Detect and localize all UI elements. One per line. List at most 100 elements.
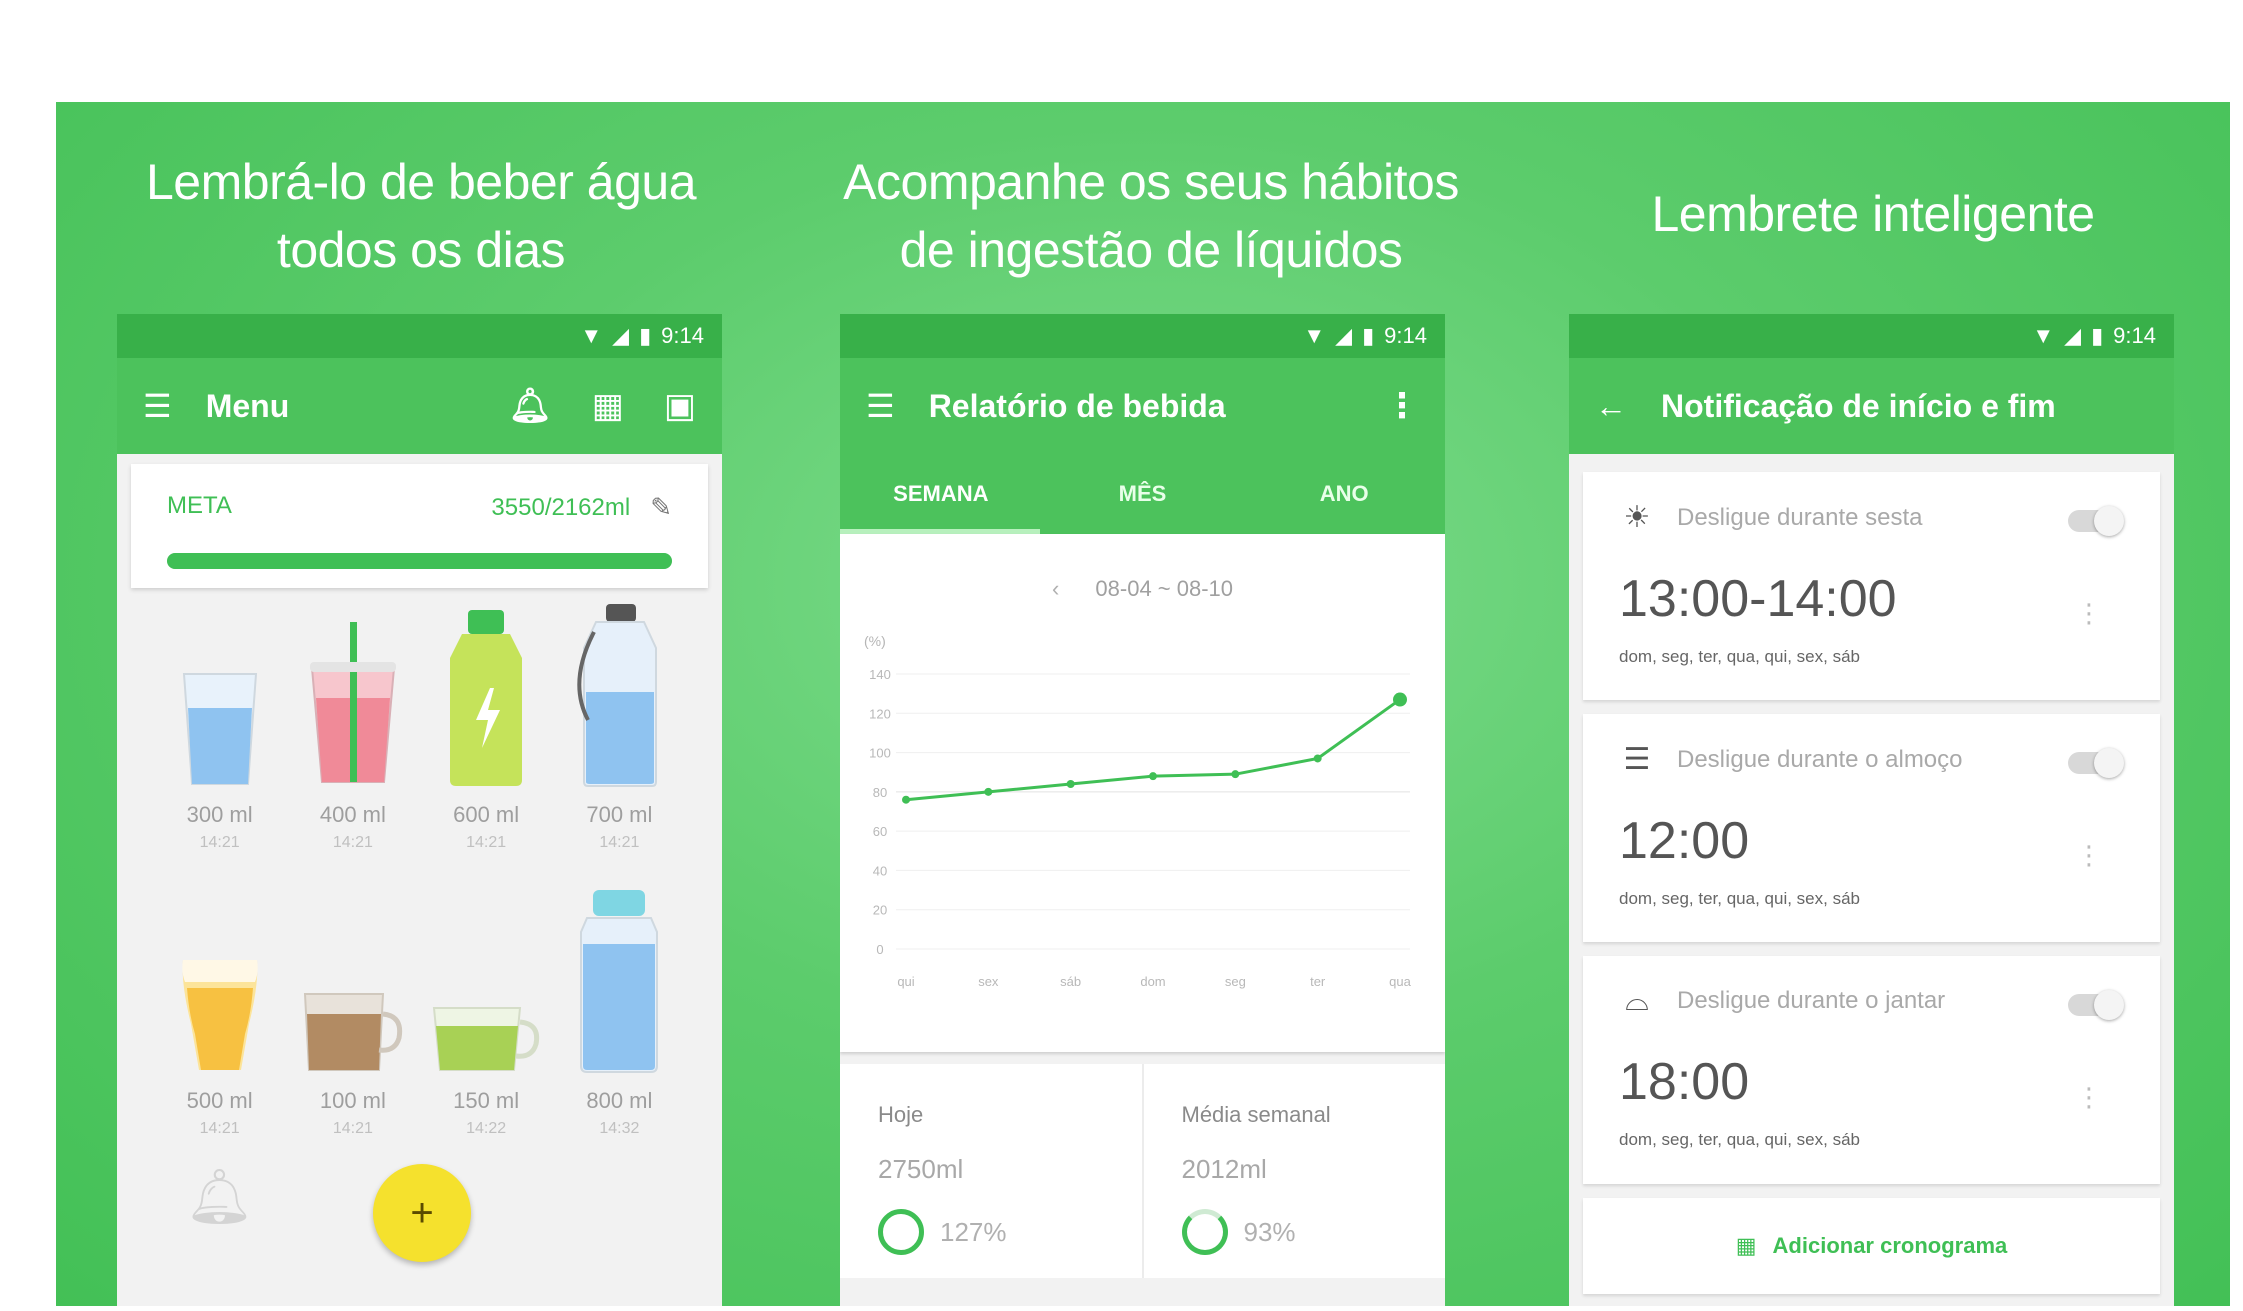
menu-icon[interactable]: ☰ xyxy=(143,390,172,422)
beer-glass-icon xyxy=(181,960,258,1070)
data-point xyxy=(1149,772,1157,781)
y-tick-label: 0 xyxy=(876,942,883,957)
y-tick-label: 20 xyxy=(873,903,887,918)
cup-label: 700 ml xyxy=(586,802,653,827)
reminder-title: Desligue durante o jantar xyxy=(1677,987,1946,1014)
reminder-bell-icon[interactable]: 🔔︎ xyxy=(185,1170,254,1224)
cup-time: 14:32 xyxy=(599,1120,640,1137)
cup-label: 800 ml xyxy=(586,1088,653,1113)
cup-label: 500 ml xyxy=(186,1088,253,1113)
tab-year[interactable]: ANO xyxy=(1243,454,1445,534)
smoothie-cup-icon xyxy=(309,622,396,783)
goal-card[interactable]: META 3550/2162ml ✎ xyxy=(131,464,708,588)
reminder-toggle[interactable] xyxy=(2068,990,2124,1020)
reminder-days: dom, seg, ter, qua, qui, sex, sáb xyxy=(1619,1130,1860,1149)
calendar-icon[interactable]: ▦ xyxy=(592,389,624,423)
cup-option[interactable]: 500 ml 14:21 xyxy=(153,888,286,1138)
reminder-days: dom, seg, ter, qua, qui, sex, sáb xyxy=(1619,889,1860,908)
cup-option[interactable]: 400 ml 14:21 xyxy=(286,602,419,852)
reminder-card[interactable]: ⌓ Desligue durante o jantar 18:00 dom, s… xyxy=(1583,956,2160,1184)
reminder-title: Desligue durante sesta xyxy=(1677,503,1923,531)
stats-row: Hoje 2750ml 127% Média semanal 2012ml 93… xyxy=(840,1064,1445,1278)
data-point xyxy=(1393,692,1407,707)
back-arrow-icon[interactable]: ← xyxy=(1595,390,1627,422)
x-tick-label: dom xyxy=(1140,974,1165,989)
gallery-icon[interactable]: ▣ xyxy=(664,389,696,423)
signal-icon: ◢ xyxy=(2064,323,2082,348)
reminder-time: 12:00 xyxy=(1619,812,1750,870)
stat-label: Média semanal xyxy=(1181,1102,1331,1127)
goal-progress-fill xyxy=(167,553,672,569)
sports-drink-icon xyxy=(450,610,523,786)
battery-icon: ▮ xyxy=(639,323,652,348)
x-tick-label: seg xyxy=(1225,974,1246,989)
cup-time: 14:21 xyxy=(199,834,240,851)
app-bar-title: Relatório de bebida xyxy=(928,387,1226,424)
more-options-icon[interactable]: ⋮ xyxy=(2076,842,2102,868)
tab-month[interactable]: MÊS xyxy=(1042,454,1244,534)
x-tick-label: qui xyxy=(897,974,914,989)
cup-option[interactable]: 150 ml 14:22 xyxy=(420,888,553,1138)
goal-value: 3550/2162ml xyxy=(491,493,631,521)
cup-time: 14:21 xyxy=(199,1120,240,1137)
y-tick-label: 60 xyxy=(873,824,887,839)
add-schedule-label: Adicionar cronograma xyxy=(1772,1233,2008,1258)
reminder-days: dom, seg, ter, qua, qui, sex, sáb xyxy=(1619,647,1860,666)
cup-option[interactable]: 600 ml 14:21 xyxy=(420,602,553,852)
progress-ring-icon xyxy=(878,1209,924,1255)
app-bar: ← Notificação de início e fim xyxy=(1569,358,2174,454)
cup-option[interactable]: 700 ml 14:21 xyxy=(553,602,686,852)
series-line xyxy=(905,698,1401,802)
cup-option[interactable]: 300 ml 14:21 xyxy=(153,602,286,852)
more-options-icon[interactable]: ⋮ xyxy=(2076,600,2102,626)
reminder-toggle[interactable] xyxy=(2068,748,2124,778)
x-tick-label: qua xyxy=(1389,974,1411,989)
stat-today: Hoje 2750ml 127% xyxy=(840,1064,1142,1278)
cup-time: 14:21 xyxy=(599,834,640,851)
edit-pencil-icon[interactable]: ✎ xyxy=(650,492,672,523)
cup-time: 14:21 xyxy=(466,834,507,851)
caption-3: Lembrete inteligente xyxy=(1651,186,2095,242)
signal-icon: ◢ xyxy=(1335,323,1353,348)
cup-option[interactable]: 100 ml 14:21 xyxy=(286,888,419,1138)
tab-week[interactable]: SEMANA xyxy=(840,454,1042,534)
app-bar: ☰ Relatório de bebida ⋮ xyxy=(840,358,1445,454)
add-schedule-button[interactable]: ▦ Adicionar cronograma xyxy=(1583,1198,2160,1294)
y-tick-label: 80 xyxy=(873,785,887,800)
cup-time: 14:21 xyxy=(332,1120,373,1137)
battery-icon: ▮ xyxy=(2091,323,2104,348)
cup-time: 14:22 xyxy=(466,1120,507,1137)
reminder-card[interactable]: ☀ Desligue durante sesta 13:00-14:00 dom… xyxy=(1583,472,2160,700)
status-time: 9:14 xyxy=(661,323,704,348)
sports-bottle-icon xyxy=(577,604,658,787)
reminder-time: 18:00 xyxy=(1619,1053,1750,1111)
stat-percent: 93% xyxy=(1243,1216,1296,1247)
reminder-toggle[interactable] xyxy=(2068,506,2124,536)
add-drink-button[interactable]: + xyxy=(373,1164,471,1262)
status-time: 9:14 xyxy=(1384,323,1427,348)
data-point xyxy=(1231,770,1240,779)
wifi-icon: ▼ xyxy=(1303,323,1326,348)
stat-value: 2750ml xyxy=(878,1154,964,1184)
x-tick-label: sex xyxy=(978,974,999,989)
menu-icon[interactable]: ☰ xyxy=(866,390,895,422)
period-tabs: SEMANA MÊS ANO xyxy=(840,454,1445,534)
status-bar: ▼ ◢ ▮ 9:14 xyxy=(840,314,1445,358)
bell-icon[interactable]: 🔔︎ xyxy=(509,389,552,423)
cup-option[interactable]: 800 ml 14:32 xyxy=(553,888,686,1138)
promo-banner: Lembrá-lo de beber água todos os dias Ac… xyxy=(56,102,2230,1306)
stat-label: Hoje xyxy=(878,1102,924,1127)
phone-screen-report: ▼ ◢ ▮ 9:14 ☰ Relatório de bebida ⋮ SEMAN… xyxy=(840,314,1445,1306)
reminder-card[interactable]: ☰ Desligue durante o almoço 12:00 dom, s… xyxy=(1583,714,2160,942)
intake-line-chart: (%) 0 20 40 60 80 100 120 140 qui sex sáb dom seg ter q… xyxy=(864,633,1412,989)
phone-screen-reminders: ▼ ◢ ▮ 9:14 ← Notificação de início e fim… xyxy=(1569,314,2174,1306)
overflow-menu-icon[interactable]: ⋮ xyxy=(1385,389,1419,423)
more-options-icon[interactable]: ⋮ xyxy=(2076,1084,2102,1110)
signal-icon: ◢ xyxy=(612,323,630,348)
caption-1: Lembrá-lo de beber água todos os dias xyxy=(146,154,697,278)
stat-value: 2012ml xyxy=(1181,1154,1267,1184)
data-point xyxy=(1066,780,1075,788)
data-point xyxy=(1313,754,1322,763)
dinner-icon: ⌓ xyxy=(1625,984,1649,1017)
tea-cup-icon xyxy=(433,1007,540,1071)
